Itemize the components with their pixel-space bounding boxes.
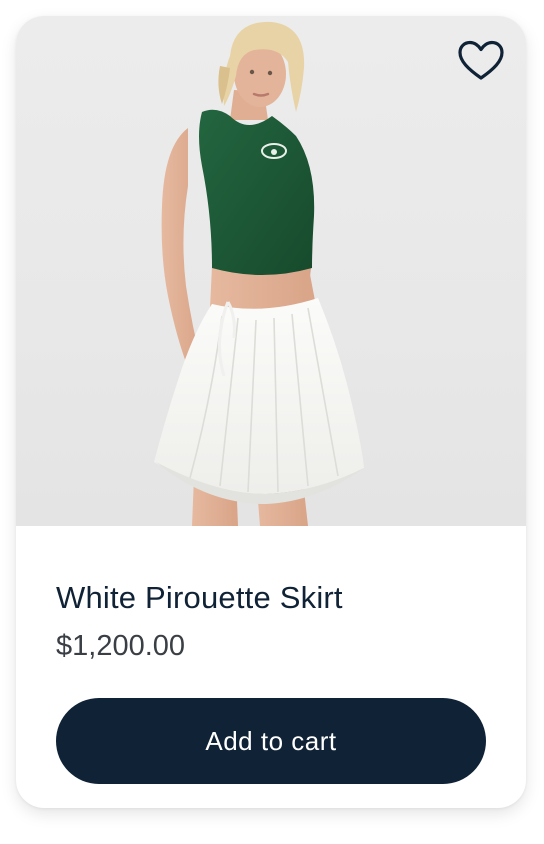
heart-outline-icon bbox=[458, 40, 504, 80]
product-photo bbox=[154, 21, 364, 526]
add-to-cart-button[interactable]: Add to cart bbox=[56, 698, 486, 784]
wishlist-button[interactable] bbox=[458, 40, 504, 82]
product-price: $1,200.00 bbox=[56, 630, 186, 662]
product-title[interactable]: White Pirouette Skirt bbox=[56, 580, 343, 616]
product-image[interactable] bbox=[16, 16, 526, 526]
product-card[interactable]: White Pirouette Skirt $1,200.00 Add to c… bbox=[16, 16, 526, 808]
